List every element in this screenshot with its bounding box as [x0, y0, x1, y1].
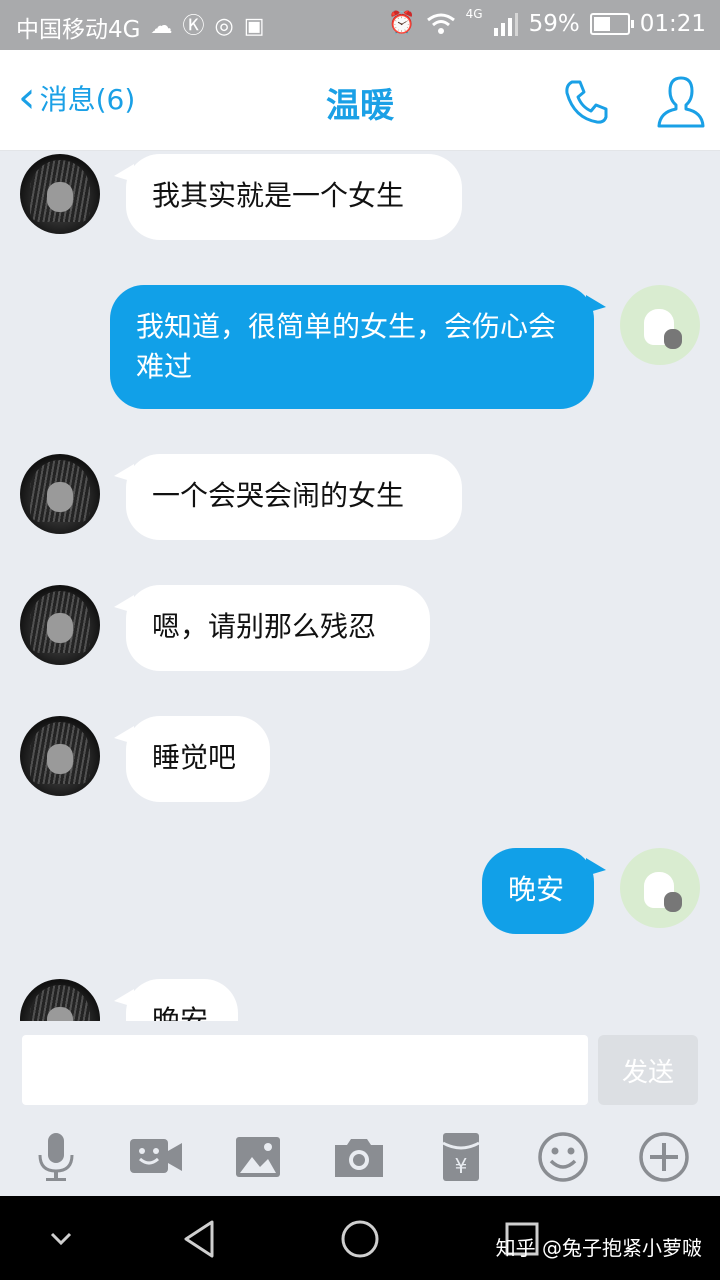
nav-home-icon[interactable] [335, 1214, 385, 1264]
profile-icon[interactable] [656, 74, 706, 130]
incoming-message-bubble[interactable]: 晚安 [114, 979, 238, 1021]
message-text: 睡觉吧 [152, 741, 237, 774]
message-list[interactable]: 我其实就是一个女生 我知道，很简单的女生，会伤心会难过 一个会哭会闹的女生 嗯，… [0, 151, 720, 1021]
contact-avatar[interactable] [20, 585, 100, 665]
wifi-icon [426, 13, 455, 34]
message-text: 晚安 [508, 873, 565, 906]
contact-avatar[interactable] [20, 979, 100, 1021]
red-envelope-icon[interactable]: ¥ [433, 1129, 489, 1185]
composer-toolbar: ¥ [0, 1119, 720, 1196]
clock: 01:21 [639, 11, 706, 37]
my-avatar[interactable] [620, 285, 700, 365]
incoming-message-bubble[interactable]: 睡觉吧 [114, 716, 270, 802]
message-text: 我其实就是一个女生 [152, 179, 405, 212]
my-avatar[interactable] [620, 848, 700, 928]
incoming-message-bubble[interactable]: 我其实就是一个女生 [114, 154, 462, 240]
phone-icon[interactable] [560, 76, 612, 128]
message-text: 晚安 [152, 1004, 209, 1021]
page-title: 温暖 [326, 86, 394, 126]
incoming-message-bubble[interactable]: 一个会哭会闹的女生 [114, 454, 462, 540]
composer: 发送 [0, 1021, 720, 1119]
status-right: ⏰ 4G 59% 01:21 [388, 7, 706, 38]
weather-icon: ☁ [150, 14, 173, 39]
camera-icon[interactable] [331, 1129, 387, 1185]
emoji-icon[interactable] [535, 1129, 591, 1185]
microphone-icon[interactable] [28, 1129, 84, 1185]
network-type-label: 4G [465, 7, 483, 21]
plus-icon[interactable] [636, 1129, 692, 1185]
notification-k-icon: Ⓚ [182, 14, 205, 39]
svg-text:¥: ¥ [455, 1154, 468, 1178]
contact-avatar[interactable] [20, 154, 100, 234]
battery-percent: 59% [528, 11, 580, 37]
video-icon[interactable] [128, 1129, 184, 1185]
app-notification-icon: ◎ [214, 14, 234, 39]
battery-icon [589, 13, 634, 35]
send-button[interactable]: 发送 [598, 1035, 698, 1105]
watermark: 知乎 @兔子抱紧小萝啵 [495, 1236, 702, 1260]
signal-icon [493, 13, 518, 36]
contact-avatar[interactable] [20, 454, 100, 534]
outgoing-message-bubble[interactable]: 晚安 [482, 848, 606, 934]
image-icon[interactable] [230, 1129, 286, 1185]
message-text: 我知道，很简单的女生，会伤心会难过 [136, 310, 557, 383]
alarm-icon: ⏰ [388, 11, 416, 36]
message-text: 嗯，请别那么残忍 [152, 610, 377, 643]
carrier-label: 中国移动4G [16, 17, 141, 43]
chevron-down-icon[interactable] [36, 1214, 86, 1264]
nav-back-icon[interactable] [176, 1214, 226, 1264]
message-input[interactable] [22, 1035, 588, 1105]
battery-fill [593, 17, 611, 31]
system-nav-bar: 知乎 @兔子抱紧小萝啵 [0, 1196, 720, 1280]
outgoing-message-bubble[interactable]: 我知道，很简单的女生，会伤心会难过 [110, 285, 606, 409]
gallery-notification-icon: ▣ [243, 14, 265, 39]
chat-header: ‹ 消息(6) 温暖 [0, 50, 720, 151]
contact-avatar[interactable] [20, 716, 100, 796]
incoming-message-bubble[interactable]: 嗯，请别那么残忍 [114, 585, 430, 671]
message-text: 一个会哭会闹的女生 [152, 479, 405, 512]
status-left: 中国移动4G ☁ Ⓚ ◎ ▣ [16, 10, 264, 44]
status-bar: 中国移动4G ☁ Ⓚ ◎ ▣ ⏰ 4G 59% 01:21 [0, 0, 720, 50]
